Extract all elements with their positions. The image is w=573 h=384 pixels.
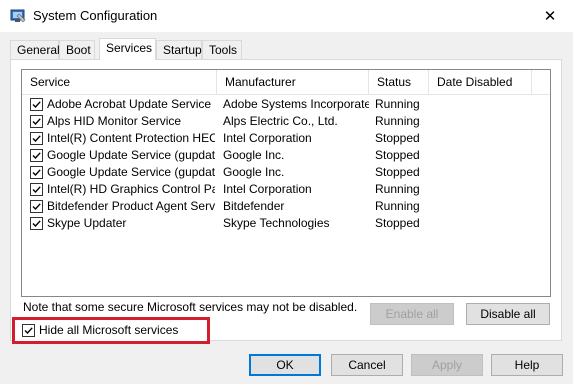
tab-tools[interactable]: Tools bbox=[202, 40, 242, 59]
tab-boot[interactable]: Boot bbox=[59, 40, 95, 59]
title-bar: System Configuration ✕ bbox=[0, 0, 573, 32]
service-name-cell: Adobe Acrobat Update Service bbox=[47, 97, 212, 111]
table-row[interactable]: Google Update Service (gupdatem) Google I… bbox=[22, 164, 550, 181]
status-cell: Running bbox=[375, 199, 420, 213]
checkmark-icon bbox=[32, 135, 41, 143]
table-row[interactable]: Adobe Acrobat Update Service Adobe System… bbox=[22, 96, 550, 113]
status-cell: Stopped bbox=[375, 216, 420, 230]
table-row[interactable]: Alps HID Monitor Service Alps Electric Co… bbox=[22, 113, 550, 130]
checkmark-icon bbox=[32, 118, 41, 126]
apply-button[interactable]: Apply bbox=[411, 354, 483, 376]
tab-label: Tools bbox=[209, 43, 238, 57]
date-disabled-cell bbox=[435, 181, 532, 198]
service-checkbox[interactable] bbox=[30, 115, 43, 128]
ok-button[interactable]: OK bbox=[249, 354, 321, 376]
date-disabled-cell bbox=[435, 164, 532, 181]
manufacturer-cell: Intel Corporation bbox=[223, 131, 312, 145]
status-cell: Stopped bbox=[375, 165, 420, 179]
status-cell: Stopped bbox=[375, 131, 420, 145]
date-disabled-cell bbox=[435, 198, 532, 215]
service-checkbox[interactable] bbox=[30, 183, 43, 196]
service-name-cell: Alps HID Monitor Service bbox=[47, 114, 182, 128]
services-panel: Service Manufacturer Status Date Disable… bbox=[10, 59, 562, 341]
hide-microsoft-services-checkbox[interactable] bbox=[22, 324, 35, 337]
hide-microsoft-services-highlight: Hide all Microsoft services bbox=[12, 317, 210, 344]
tab-label: Boot bbox=[66, 43, 91, 57]
checkmark-icon bbox=[32, 169, 41, 177]
manufacturer-cell: Google Inc. bbox=[223, 148, 285, 162]
service-checkbox[interactable] bbox=[30, 200, 43, 213]
service-name-cell: Google Update Service (gupdatem) bbox=[47, 165, 215, 179]
column-header-status[interactable]: Status bbox=[369, 70, 429, 94]
status-cell: Running bbox=[375, 114, 420, 128]
checkmark-icon bbox=[32, 220, 41, 228]
date-disabled-cell bbox=[435, 215, 532, 232]
checkmark-icon bbox=[32, 152, 41, 160]
manufacturer-cell: Intel Corporation bbox=[223, 182, 312, 196]
window-title: System Configuration bbox=[33, 8, 158, 23]
tab-general[interactable]: General bbox=[10, 40, 60, 59]
service-name-cell: Bitdefender Product Agent Service bbox=[47, 199, 215, 213]
hide-microsoft-services-label: Hide all Microsoft services bbox=[39, 323, 179, 337]
service-name-cell: Intel(R) Content Protection HEC... bbox=[47, 131, 215, 145]
manufacturer-cell: Bitdefender bbox=[223, 199, 285, 213]
service-checkbox[interactable] bbox=[30, 166, 43, 179]
secure-services-note: Note that some secure Microsoft services… bbox=[23, 300, 358, 314]
services-list[interactable]: Service Manufacturer Status Date Disable… bbox=[21, 69, 551, 297]
column-header-date-disabled[interactable]: Date Disabled bbox=[429, 70, 532, 94]
checkmark-icon bbox=[24, 327, 33, 335]
service-name-cell: Skype Updater bbox=[47, 216, 127, 230]
checkmark-icon bbox=[32, 101, 41, 109]
date-disabled-cell bbox=[435, 147, 532, 164]
system-configuration-window: System Configuration ✕ General Boot Serv… bbox=[0, 0, 573, 384]
tab-label: Services bbox=[106, 41, 153, 55]
manufacturer-cell: Skype Technologies bbox=[223, 216, 330, 230]
service-checkbox[interactable] bbox=[30, 217, 43, 230]
tab-label: Startup bbox=[163, 43, 202, 57]
table-row[interactable]: Intel(R) Content Protection HEC... Intel … bbox=[22, 130, 550, 147]
service-checkbox[interactable] bbox=[30, 149, 43, 162]
checkmark-icon bbox=[32, 203, 41, 211]
cancel-button[interactable]: Cancel bbox=[331, 354, 403, 376]
table-row[interactable]: Bitdefender Product Agent Service Bitdefe… bbox=[22, 198, 550, 215]
date-disabled-cell bbox=[435, 113, 532, 130]
service-checkbox[interactable] bbox=[30, 132, 43, 145]
date-disabled-cell bbox=[435, 130, 532, 147]
close-button[interactable]: ✕ bbox=[527, 0, 573, 31]
enable-all-button[interactable]: Enable all bbox=[370, 303, 454, 325]
system-configuration-icon bbox=[10, 8, 26, 24]
column-header-service[interactable]: Service bbox=[22, 70, 217, 94]
service-name-cell: Google Update Service (gupdate) bbox=[47, 148, 215, 162]
service-name-cell: Intel(R) HD Graphics Control Pa... bbox=[47, 182, 215, 196]
manufacturer-cell: Adobe Systems Incorporated bbox=[223, 97, 369, 111]
column-header-manufacturer[interactable]: Manufacturer bbox=[217, 70, 369, 94]
status-cell: Running bbox=[375, 182, 420, 196]
tab-label: General bbox=[17, 43, 60, 57]
tab-startup[interactable]: Startup bbox=[156, 40, 202, 59]
table-row[interactable]: Skype Updater Skype Technologies Stopped bbox=[22, 215, 550, 232]
list-header: Service Manufacturer Status Date Disable… bbox=[22, 70, 550, 95]
table-row[interactable]: Intel(R) HD Graphics Control Pa... Intel … bbox=[22, 181, 550, 198]
manufacturer-cell: Alps Electric Co., Ltd. bbox=[223, 114, 338, 128]
table-row[interactable]: Google Update Service (gupdate) Google In… bbox=[22, 147, 550, 164]
checkmark-icon bbox=[32, 186, 41, 194]
date-disabled-cell bbox=[435, 96, 532, 113]
help-button[interactable]: Help bbox=[491, 354, 563, 376]
manufacturer-cell: Google Inc. bbox=[223, 165, 285, 179]
close-icon: ✕ bbox=[543, 7, 557, 25]
status-cell: Running bbox=[375, 97, 420, 111]
service-checkbox[interactable] bbox=[30, 98, 43, 111]
disable-all-button[interactable]: Disable all bbox=[466, 303, 550, 325]
tab-services[interactable]: Services bbox=[99, 38, 156, 60]
status-cell: Stopped bbox=[375, 148, 420, 162]
